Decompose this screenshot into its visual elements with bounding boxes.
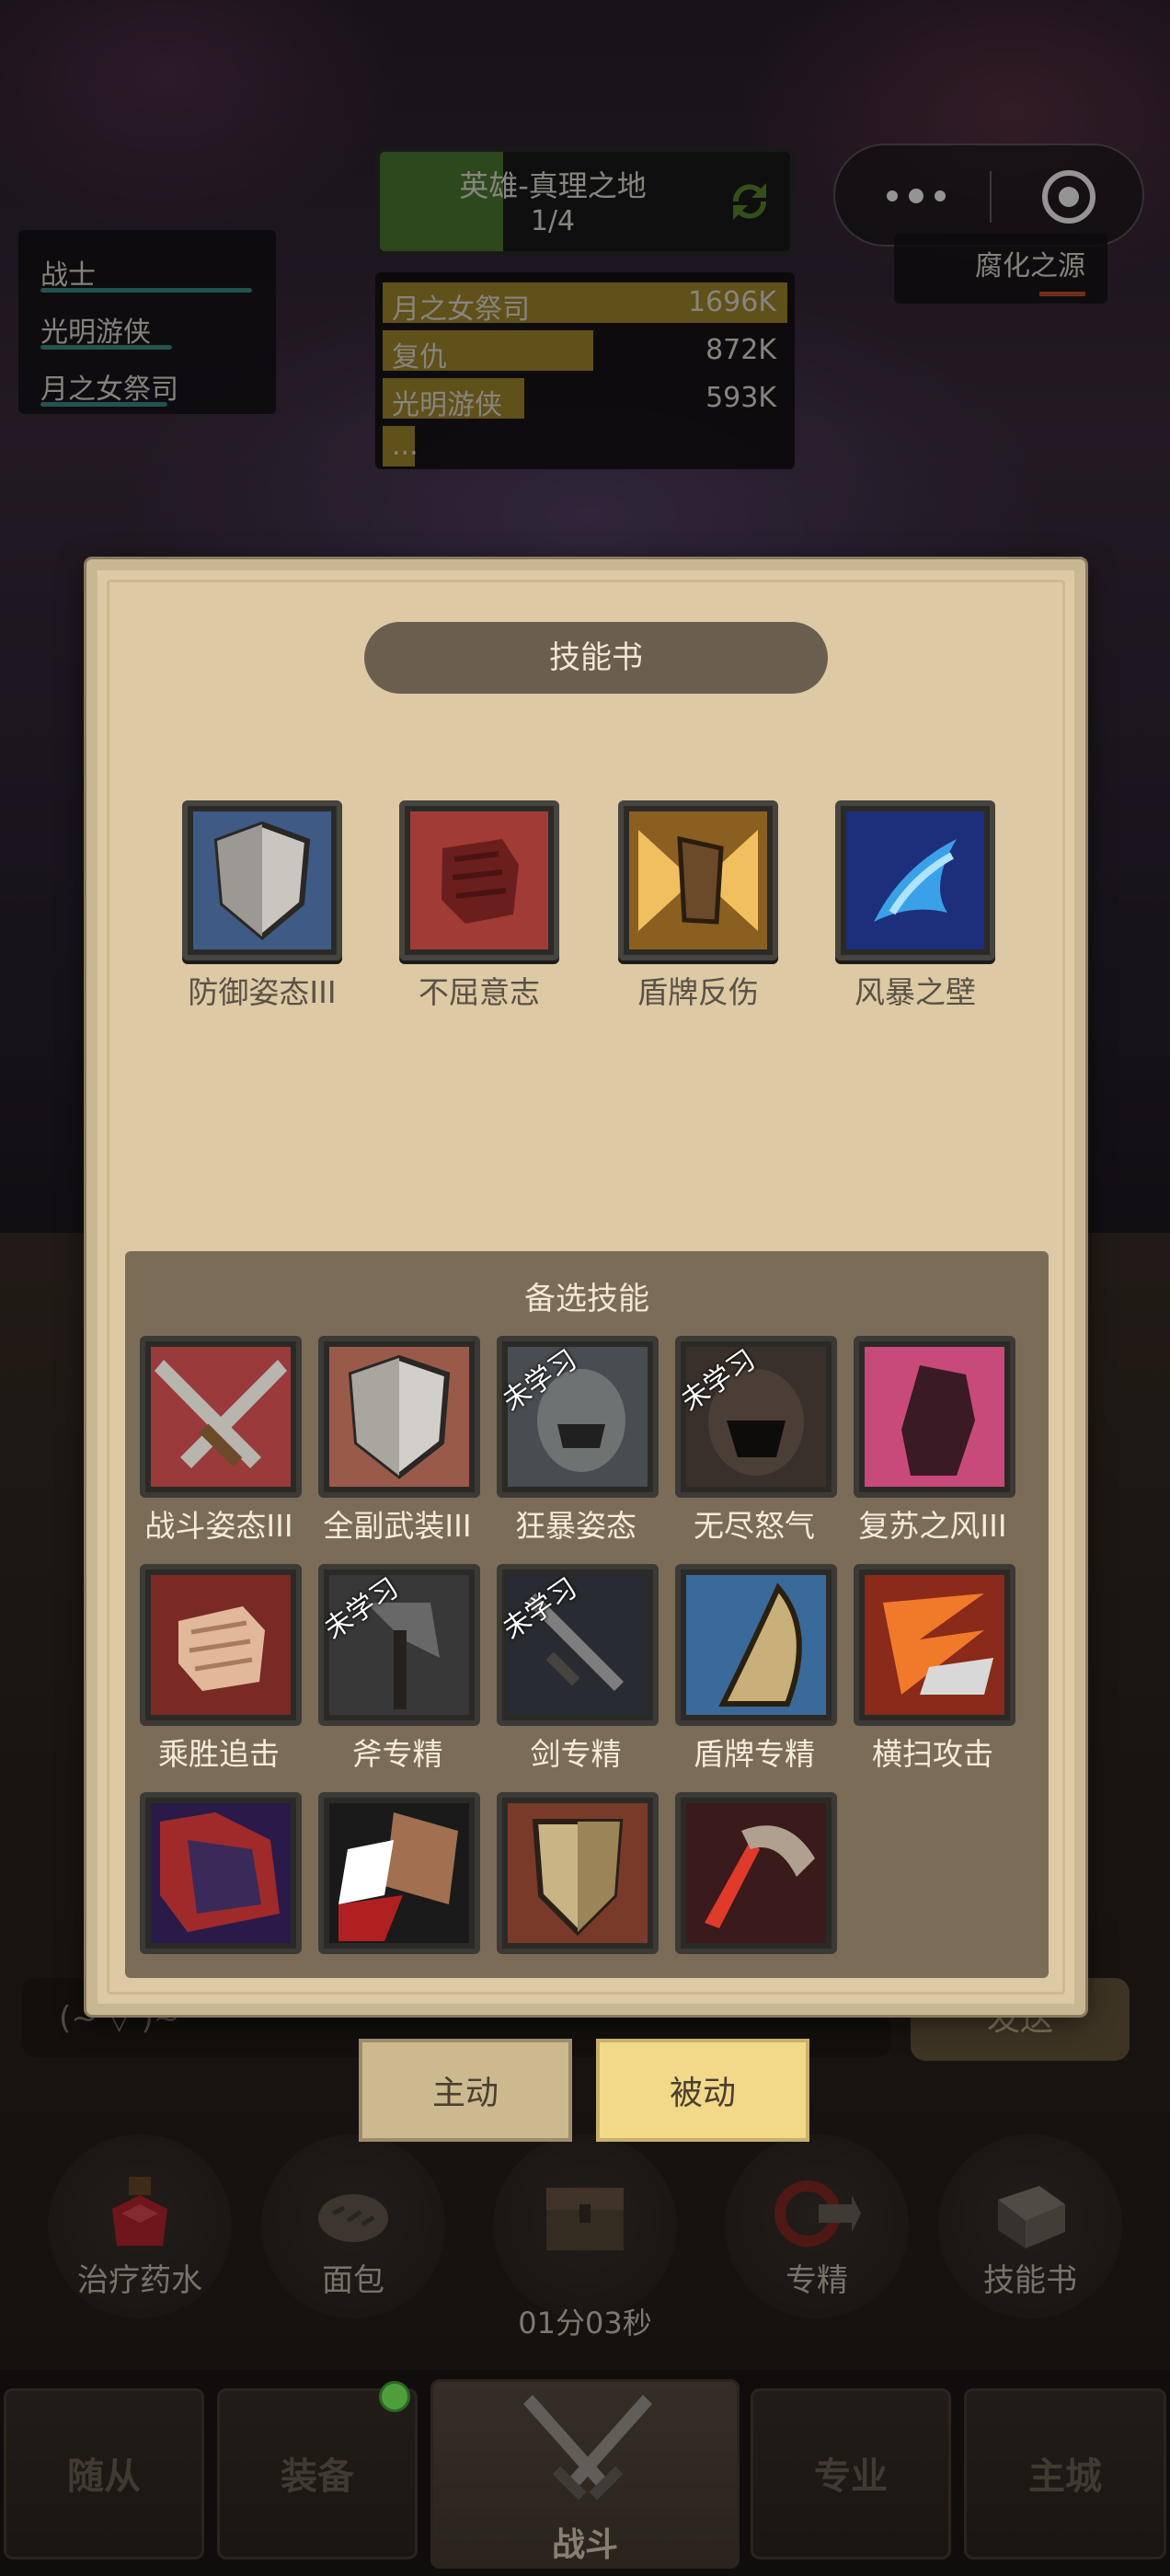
backup-skill-slot[interactable] — [497, 1792, 659, 1954]
skill-label: 剑专精 — [530, 1736, 622, 1772]
skill-label: 斧专精 — [351, 1736, 443, 1772]
backup-skill-slot[interactable] — [318, 1792, 480, 1954]
tab-passive-skills[interactable]: 被动 — [596, 2039, 809, 2142]
fist-skill-icon — [410, 811, 548, 949]
backup-skill-slot[interactable] — [675, 1564, 837, 1726]
backup-skill-slot[interactable] — [140, 1792, 302, 1954]
backup-title: 备选技能 — [524, 1281, 649, 1317]
skill-label: 防御姿态III — [188, 974, 337, 1010]
tab-active-skills[interactable]: 主动 — [359, 2039, 572, 2142]
storm-wall-icon — [846, 811, 984, 949]
shield-mastery-icon — [686, 1575, 826, 1715]
sweep-attack-icon — [865, 1575, 1004, 1715]
punch-icon — [151, 1575, 291, 1715]
backup-skill-slot[interactable]: 未学习 — [497, 1564, 659, 1726]
armor-shield-icon — [329, 1347, 469, 1487]
backup-skill-slot[interactable] — [854, 1564, 1015, 1726]
shield-reflect-icon — [629, 811, 767, 949]
equipped-skill-slot[interactable] — [835, 800, 995, 960]
backup-skill-slot[interactable]: 未学习 — [675, 1336, 837, 1498]
backup-skill-slot[interactable] — [140, 1564, 302, 1726]
equipped-skill-slot[interactable] — [399, 800, 559, 960]
revive-wind-icon — [865, 1347, 1004, 1487]
dark-giant-icon — [151, 1803, 291, 1943]
skill-label: 无尽怒气 — [694, 1508, 815, 1544]
notification-badge — [379, 2381, 410, 2412]
blood-beast-icon — [329, 1803, 469, 1943]
backup-skills-panel: 备选技能 战斗姿态III 全副武装III 未学习 狂暴姿态 未学习 无尽怒气 复… — [125, 1251, 1049, 1978]
skill-label: 战斗姿态III — [144, 1508, 293, 1544]
backup-skill-slot[interactable] — [854, 1336, 1015, 1498]
equipped-skill-slot[interactable] — [618, 800, 778, 960]
backup-skill-slot[interactable] — [318, 1336, 480, 1498]
skill-label: 不屈意志 — [419, 974, 540, 1010]
skill-label: 风暴之壁 — [855, 974, 976, 1010]
skill-book-dialog: 技能书 防御姿态III 不屈意志 盾牌反伤 风暴之壁 备选技能 战斗姿态III … — [86, 559, 1085, 2015]
equipped-skill-slot[interactable] — [182, 800, 342, 960]
skill-label: 全副武装III — [323, 1508, 472, 1544]
shield-crest-icon — [508, 1803, 648, 1943]
claw-strike-icon — [686, 1803, 826, 1943]
skill-label: 盾牌反伤 — [637, 974, 759, 1010]
backup-skill-slot[interactable] — [140, 1336, 302, 1498]
crossed-swords-icon — [151, 1347, 291, 1487]
skill-label: 乘胜追击 — [158, 1736, 280, 1772]
skill-label: 狂暴姿态 — [515, 1508, 637, 1544]
skill-label: 复苏之风III — [858, 1508, 1007, 1544]
backup-skill-slot[interactable]: 未学习 — [318, 1564, 480, 1726]
skill-label: 横扫攻击 — [872, 1736, 993, 1772]
skill-label: 盾牌专精 — [694, 1736, 815, 1772]
shield-skill-icon — [193, 811, 331, 949]
dialog-title: 技能书 — [364, 622, 828, 694]
backup-skill-slot[interactable] — [675, 1792, 837, 1954]
backup-skill-slot[interactable]: 未学习 — [497, 1336, 659, 1498]
